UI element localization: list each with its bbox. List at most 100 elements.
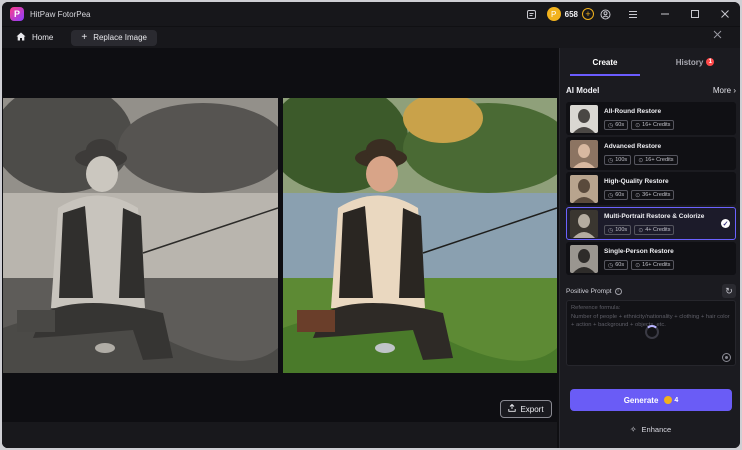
time-chip: ◷ 60s — [604, 190, 629, 200]
image-canvas: Export — [2, 48, 557, 448]
model-credits: 16+ Credits — [642, 122, 671, 128]
tab-history-label: History — [675, 57, 704, 67]
time-chip: ◷ 60s — [604, 260, 629, 270]
tab-home[interactable]: Home — [16, 32, 53, 44]
tab-replace-image[interactable]: + Replace Image — [71, 29, 157, 46]
prompt-record-icon[interactable] — [722, 353, 731, 362]
credit-icon: ⊙ — [635, 262, 641, 269]
magic-wand-icon: ✧ — [629, 424, 637, 434]
active-tab-indicator — [570, 74, 640, 76]
menu-icon[interactable] — [622, 2, 644, 26]
credit-icon: ⊙ — [638, 157, 644, 164]
enhance-button[interactable]: ✧ Enhance — [560, 422, 740, 436]
credit-chip: ⊙ 16+ Credits — [634, 155, 678, 165]
model-list: All-Round Restore ◷ 60s ⊙ 16+ Credits Advance… — [566, 102, 736, 278]
refresh-icon[interactable]: ↻ — [722, 284, 736, 298]
check-icon: ✓ — [721, 219, 730, 228]
clock-icon: ◷ — [608, 192, 614, 199]
credit-icon: ⊙ — [635, 192, 641, 199]
model-card[interactable]: High-Quality Restore ◷ 60s ⊙ 36+ Credits — [566, 172, 736, 205]
enhance-label: Enhance — [641, 424, 672, 434]
app-logo-icon: P — [10, 7, 24, 21]
generate-button[interactable]: Generate 4 — [570, 389, 732, 411]
credit-chip: ⊙ 4+ Credits — [634, 225, 675, 235]
time-chip: ◷ 100s — [604, 225, 632, 235]
clock-icon: ◷ — [608, 157, 614, 164]
export-button[interactable]: Export — [500, 400, 552, 418]
model-thumbnail — [570, 210, 598, 238]
credit-icon: ⊙ — [635, 122, 641, 129]
right-panel: Create History 1 AI Model More › All-Rou… — [559, 48, 740, 448]
clock-icon: ◷ — [608, 227, 614, 234]
prompt-header: Positive Prompt i ↻ — [566, 284, 736, 298]
add-credits-icon[interactable]: + — [582, 8, 594, 20]
model-card[interactable]: Single-Person Restore ◷ 60s ⊙ 16+ Credits — [566, 242, 736, 275]
tab-close-icon[interactable] — [713, 30, 722, 42]
model-credits: 16+ Credits — [642, 262, 671, 268]
model-name: High-Quality Restore — [604, 178, 669, 185]
model-thumbnail — [570, 140, 598, 168]
clock-icon: ◷ — [608, 262, 614, 269]
minimize-icon[interactable] — [650, 2, 680, 26]
home-icon — [16, 32, 26, 44]
history-badge: 1 — [706, 58, 715, 66]
model-time: 60s — [615, 262, 625, 268]
credit-chip: ⊙ 36+ Credits — [631, 190, 675, 200]
time-chip: ◷ 100s — [604, 155, 632, 165]
model-name: All-Round Restore — [604, 108, 662, 115]
tab-home-label: Home — [32, 33, 54, 42]
app-window: P HitPaw FotorPea P 658 + Home + Replace… — [2, 2, 740, 448]
user-icon[interactable] — [594, 2, 616, 26]
model-time: 60s — [615, 192, 625, 198]
credit-balance: 658 — [564, 9, 578, 19]
maximize-icon[interactable] — [680, 2, 710, 26]
loading-spinner-icon — [645, 325, 659, 339]
model-card[interactable]: Multi-Portrait Restore & Colorize ◷ 100s ⊙ 4… — [566, 207, 736, 240]
panel-tabs: Create History 1 — [560, 48, 740, 76]
notes-icon[interactable] — [521, 2, 543, 26]
plus-icon: + — [81, 32, 88, 43]
tab-history[interactable]: History 1 — [650, 48, 740, 76]
clock-icon: ◷ — [608, 122, 614, 129]
credit-chip: ⊙ 16+ Credits — [631, 260, 675, 270]
time-chip: ◷ 60s — [604, 120, 629, 130]
model-meta: ◷ 60s ⊙ 36+ Credits — [604, 190, 677, 200]
model-name: Multi-Portrait Restore & Colorize — [604, 213, 705, 220]
export-label: Export — [520, 404, 544, 414]
model-credits: 36+ Credits — [642, 192, 671, 198]
app-title: HitPaw FotorPea — [30, 9, 91, 19]
model-thumbnail — [570, 245, 598, 273]
close-icon[interactable] — [710, 2, 740, 26]
title-bar: P HitPaw FotorPea P 658 + — [2, 2, 740, 26]
generate-label: Generate — [623, 395, 659, 405]
model-meta: ◷ 100s ⊙ 4+ Credits — [604, 225, 677, 235]
model-time: 100s — [615, 157, 628, 163]
model-card[interactable]: Advanced Restore ◷ 100s ⊙ 16+ Credits — [566, 137, 736, 170]
canvas-footer — [2, 422, 557, 448]
title-bar-controls: P 658 + — [521, 2, 740, 26]
model-name: Single-Person Restore — [604, 248, 674, 255]
info-icon[interactable]: i — [614, 287, 622, 295]
original-image — [3, 98, 278, 373]
ai-model-header: AI Model More › — [566, 86, 736, 95]
prompt-label-text: Positive Prompt — [566, 287, 612, 295]
more-link[interactable]: More › — [713, 86, 736, 95]
model-thumbnail — [570, 175, 598, 203]
tab-replace-image-label: Replace Image — [93, 33, 147, 42]
tab-create[interactable]: Create — [560, 48, 650, 76]
export-icon — [508, 403, 517, 414]
model-name: Advanced Restore — [604, 143, 662, 150]
model-meta: ◷ 60s ⊙ 16+ Credits — [604, 260, 677, 270]
prompt-label: Positive Prompt i — [566, 287, 622, 295]
section-title: AI Model — [566, 86, 600, 95]
credit-chip: ⊙ 16+ Credits — [631, 120, 675, 130]
prompt-input[interactable]: Reference formula: Number of people + et… — [566, 300, 736, 366]
model-time: 60s — [615, 122, 625, 128]
model-meta: ◷ 100s ⊙ 16+ Credits — [604, 155, 681, 165]
model-time: 100s — [615, 227, 628, 233]
tab-bar: Home + Replace Image — [2, 26, 740, 48]
model-credits: 16+ Credits — [645, 157, 674, 163]
model-meta: ◷ 60s ⊙ 16+ Credits — [604, 120, 677, 130]
model-card[interactable]: All-Round Restore ◷ 60s ⊙ 16+ Credits — [566, 102, 736, 135]
coin-icon — [664, 396, 673, 404]
